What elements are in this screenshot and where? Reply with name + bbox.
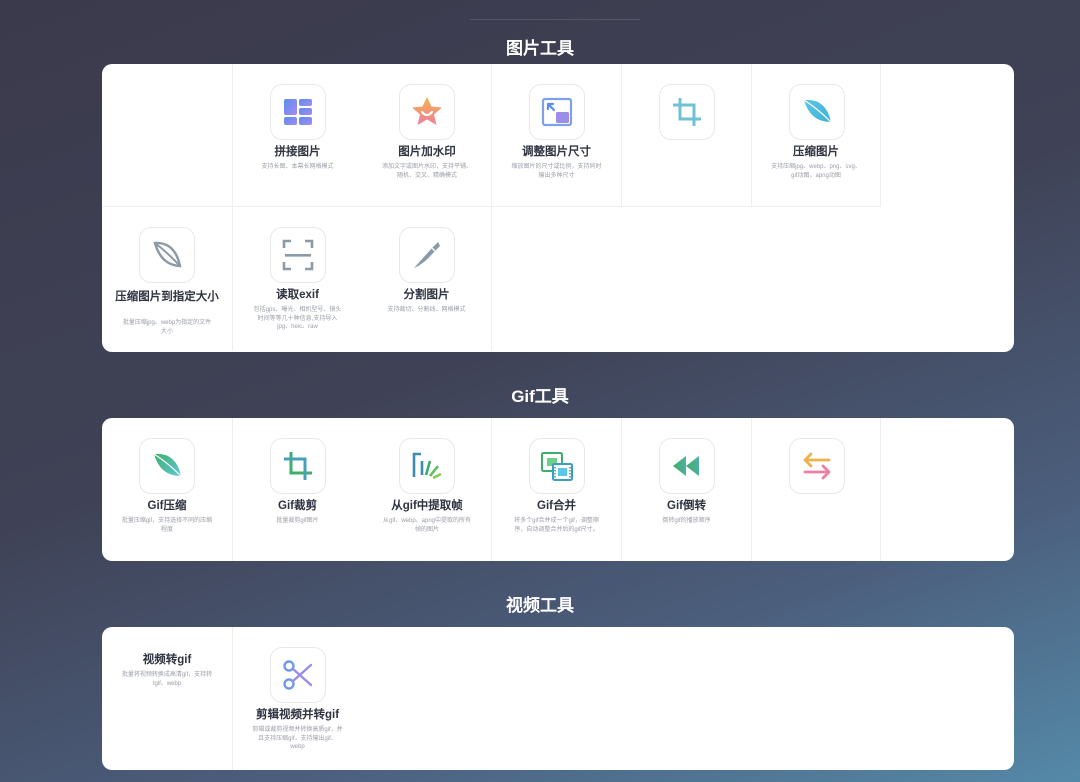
tool-title: Gif合并	[537, 500, 576, 512]
tool-desc: 批量压缩gif，支持选择不同的压缩程度	[121, 518, 213, 533]
section-title-image-tools: 图片工具	[506, 39, 574, 58]
tool-title: 压缩图片	[793, 146, 839, 158]
tool-title: Gif倒转	[667, 500, 706, 512]
tool-watermark[interactable]: 图片加水印 添加文字或图片水印，支持平铺、随机、交叉、精确模式	[362, 64, 492, 207]
crop-icon	[659, 84, 715, 140]
tool-desc: 从gif、webp、apng中提取的所有帧的图片	[382, 518, 472, 533]
tool-title: 从gif中提取帧	[391, 500, 463, 512]
tool-stitch-images[interactable]: 拼接图片 支持长图、本幕长网格模式	[232, 64, 362, 207]
image-tools-card: 拼接图片 支持长图、本幕长网格模式 图片加水印 添加文字或图片水印，支持平铺、随…	[102, 64, 1014, 352]
tool-desc: 批量裁剪gif图片	[276, 518, 319, 524]
rewind-icon	[659, 438, 715, 494]
tool-gif-crop[interactable]: Gif裁剪 批量裁剪gif图片	[232, 418, 362, 561]
scissors-icon	[270, 647, 326, 703]
tool-gif-compress[interactable]: Gif压缩 批量压缩gif，支持选择不同的压缩程度	[102, 418, 232, 561]
tool-title: 调整图片尺寸	[522, 146, 591, 158]
tool-title: 剪辑视频并转gif	[255, 709, 340, 721]
tool-cell-empty	[102, 64, 232, 207]
tool-desc: 支持长图、本幕长网格模式	[261, 164, 334, 170]
tool-desc: 缩放图片的尺寸或比例，支持同时输出多种尺寸	[511, 164, 602, 179]
section-title-gif-tools: Gif工具	[511, 387, 569, 406]
tool-title: 读取exif	[276, 289, 319, 301]
section-title-video-tools: 视频工具	[506, 596, 574, 615]
crop-green-icon	[270, 438, 326, 494]
grid-layout-icon	[270, 84, 326, 140]
tool-title: 分割图片	[403, 289, 450, 301]
burst-icon	[399, 438, 455, 494]
tool-title: Gif压缩	[147, 500, 187, 512]
tool-crop-image[interactable]	[621, 64, 751, 207]
leaf-outline-icon	[139, 227, 195, 283]
star-badge-icon	[399, 84, 455, 140]
tool-gif-reverse[interactable]: Gif倒转 倒转gif的播放顺序	[621, 418, 751, 561]
tool-title: 图片加水印	[398, 146, 456, 158]
tool-title: Gif裁剪	[278, 500, 317, 512]
tool-title: 视频转gif	[142, 654, 192, 666]
tool-compress-to-size[interactable]: 压缩图片到指定大小 批量压缩jpg、webp为指定的文件大小	[102, 207, 232, 350]
header-divider	[470, 19, 640, 20]
knife-icon	[399, 227, 455, 283]
tool-desc: 批量压缩jpg、webp为指定的文件大小	[122, 320, 212, 335]
tool-title: 拼接图片	[274, 146, 321, 158]
leaf-icon	[789, 84, 845, 140]
tool-desc: 批量将视频转换成高清gif，支持转tgif、webp	[121, 672, 213, 687]
tool-desc: 倒转gif的播放顺序	[662, 518, 711, 524]
tool-desc: 支持裁切、分割线、网格模式	[387, 307, 466, 313]
tool-split-image[interactable]: 分割图片 支持裁切、分割线、网格模式	[362, 207, 492, 350]
tool-gif-extract-frames[interactable]: 从gif中提取帧 从gif、webp、apng中提取的所有帧的图片	[362, 418, 492, 561]
swap-arrows-icon	[789, 438, 845, 494]
tool-resize[interactable]: 调整图片尺寸 缩放图片的尺寸或比例，支持同时输出多种尺寸	[491, 64, 621, 207]
tool-clip-video-to-gif[interactable]: 剪辑视频并转gif 剪辑或裁剪视频并转换高质gif，并且支持压缩gif，支持输出…	[232, 627, 362, 770]
video-tools-card: 视频转gif 批量将视频转换成高清gif，支持转tgif、webp 剪辑视频并转…	[102, 627, 1014, 770]
tool-gif-swap[interactable]	[751, 418, 881, 561]
gif-tools-card: Gif压缩 批量压缩gif，支持选择不同的压缩程度 Gif裁剪 批量裁剪gif图…	[102, 418, 1014, 561]
tool-desc: 支持压缩jpg、webp、png、svg、gif动图、apng动图	[771, 164, 861, 179]
resize-icon	[529, 84, 585, 140]
tool-title: 压缩图片到指定大小	[115, 291, 219, 303]
tool-desc: 剪辑或裁剪视频并转换高质gif，并且支持压缩gif，支持输出gif、webp	[252, 727, 343, 750]
leaf-green-icon	[139, 438, 195, 494]
tool-compress-image[interactable]: 压缩图片 支持压缩jpg、webp、png、svg、gif动图、apng动图	[751, 64, 881, 207]
tool-desc: 添加文字或图片水印，支持平铺、随机、交叉、精确模式	[381, 164, 472, 179]
tool-desc: 包括gps、曝光、相机型号、镜头时间等等几十种信息,支持导入jpg、heic、r…	[253, 307, 342, 330]
tool-desc: 将多个gif合并成一个gif，调整顺序，自动调整合并后的gif尺寸。	[514, 518, 599, 533]
tool-gif-merge[interactable]: Gif合并 将多个gif合并成一个gif，调整顺序，自动调整合并后的gif尺寸。	[491, 418, 621, 561]
tool-video-to-gif[interactable]: 视频转gif 批量将视频转换成高清gif，支持转tgif、webp	[102, 627, 232, 770]
film-icon	[529, 438, 585, 494]
scan-icon	[270, 227, 326, 283]
tool-read-exif[interactable]: 读取exif 包括gps、曝光、相机型号、镜头时间等等几十种信息,支持导入jpg…	[232, 207, 362, 350]
